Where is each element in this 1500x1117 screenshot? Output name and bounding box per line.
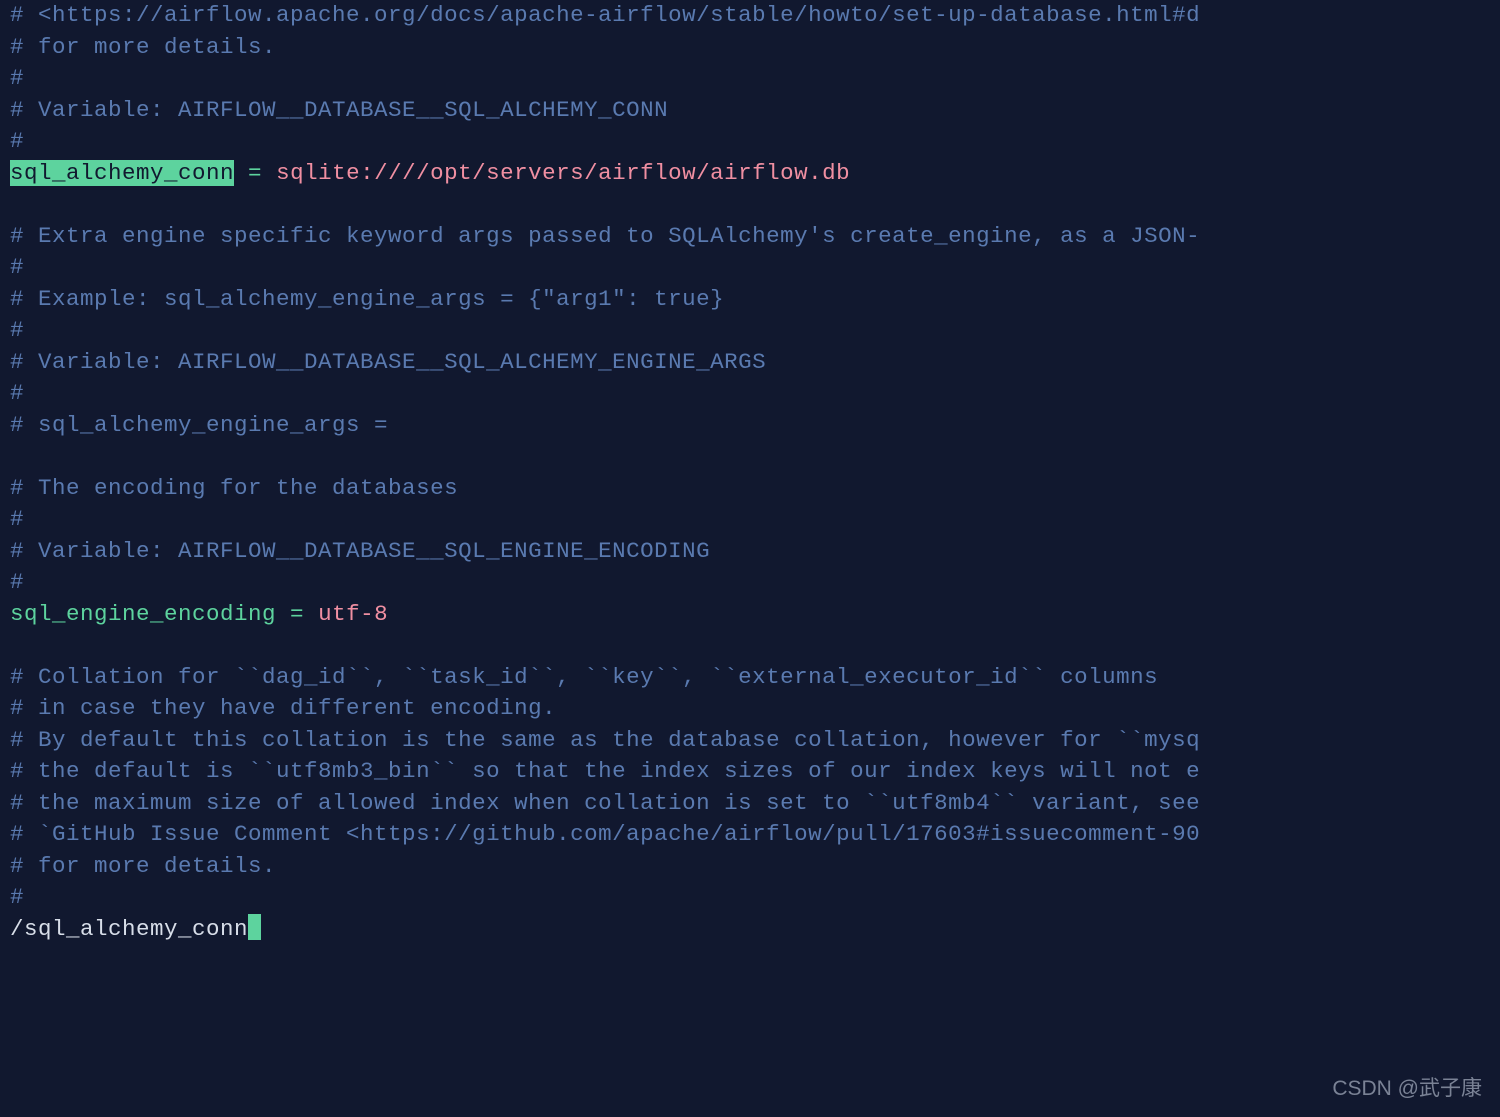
comment-text: # `GitHub Issue Comment <https://github.… [10,821,1200,847]
comment-text: # for more details. [10,853,276,879]
comment-text: # sql_alchemy_engine_args = [10,412,388,438]
code-line: # `GitHub Issue Comment <https://github.… [10,819,1500,851]
search-line[interactable]: /sql_alchemy_conn [10,914,1500,946]
code-line: # [10,126,1500,158]
code-line: # [10,252,1500,284]
code-line: # [10,504,1500,536]
comment-text: # [10,569,24,595]
value-path: ////opt/servers/airflow/airflow.db [374,160,850,186]
code-line: # Variable: AIRFLOW__DATABASE__SQL_ENGIN… [10,536,1500,568]
code-line: # [10,567,1500,599]
comment-text: # [10,254,24,280]
comment-text: # in case they have different encoding. [10,695,556,721]
comment-text: # Variable: AIRFLOW__DATABASE__SQL_ALCHE… [10,349,766,375]
code-line [10,189,1500,221]
code-line: # for more details. [10,32,1500,64]
code-line: # [10,378,1500,410]
comment-text: # [10,128,24,154]
code-line: # the default is ``utf8mb3_bin`` so that… [10,756,1500,788]
code-line: sql_engine_encoding = utf-8 [10,599,1500,631]
code-line: # [10,882,1500,914]
comment-text: # [10,317,24,343]
comment-text: # the default is ``utf8mb3_bin`` so that… [10,758,1200,784]
code-line: # Variable: AIRFLOW__DATABASE__SQL_ALCHE… [10,95,1500,127]
code-line: # Example: sql_alchemy_engine_args = {"a… [10,284,1500,316]
code-line [10,630,1500,662]
equals-sign: = [234,160,276,186]
code-line: # [10,63,1500,95]
code-line: # The encoding for the databases [10,473,1500,505]
code-line: # Collation for ``dag_id``, ``task_id``,… [10,662,1500,694]
config-key: sql_engine_encoding [10,601,276,627]
comment-text: # [10,884,24,910]
code-line: # Variable: AIRFLOW__DATABASE__SQL_ALCHE… [10,347,1500,379]
comment-text: # [10,506,24,532]
comment-text: # By default this collation is the same … [10,727,1200,753]
comment-text: # The encoding for the databases [10,475,458,501]
code-line: # for more details. [10,851,1500,883]
comment-text: # Collation for ``dag_id``, ``task_id``,… [10,664,1158,690]
comment-text: # Example: sql_alchemy_engine_args = {"a… [10,286,724,312]
comment-text: # [10,380,24,406]
search-text: /sql_alchemy_conn [10,916,248,942]
code-line: sql_alchemy_conn = sqlite:////opt/server… [10,158,1500,190]
comment-text: # Variable: AIRFLOW__DATABASE__SQL_ALCHE… [10,97,668,123]
config-value: utf-8 [318,601,388,627]
comment-text: # Extra engine specific keyword args pas… [10,223,1200,249]
comment-text: # <https://airflow.apache.org/docs/apach… [10,2,1200,28]
watermark: CSDN @武子康 [1332,1074,1482,1103]
config-key-highlighted: sql_alchemy_conn [10,160,234,186]
comment-text: # Variable: AIRFLOW__DATABASE__SQL_ENGIN… [10,538,710,564]
code-line: # in case they have different encoding. [10,693,1500,725]
code-line: # By default this collation is the same … [10,725,1500,757]
comment-text: # for more details. [10,34,276,60]
code-line: # the maximum size of allowed index when… [10,788,1500,820]
comment-text: # [10,65,24,91]
comment-text: # the maximum size of allowed index when… [10,790,1200,816]
code-line: # sql_alchemy_engine_args = [10,410,1500,442]
cursor-icon [248,914,261,940]
code-line: # <https://airflow.apache.org/docs/apach… [10,0,1500,32]
code-editor[interactable]: # <https://airflow.apache.org/docs/apach… [10,0,1500,945]
equals-sign: = [276,601,318,627]
value-scheme: sqlite: [276,160,374,186]
code-line: # [10,315,1500,347]
code-line [10,441,1500,473]
code-line: # Extra engine specific keyword args pas… [10,221,1500,253]
